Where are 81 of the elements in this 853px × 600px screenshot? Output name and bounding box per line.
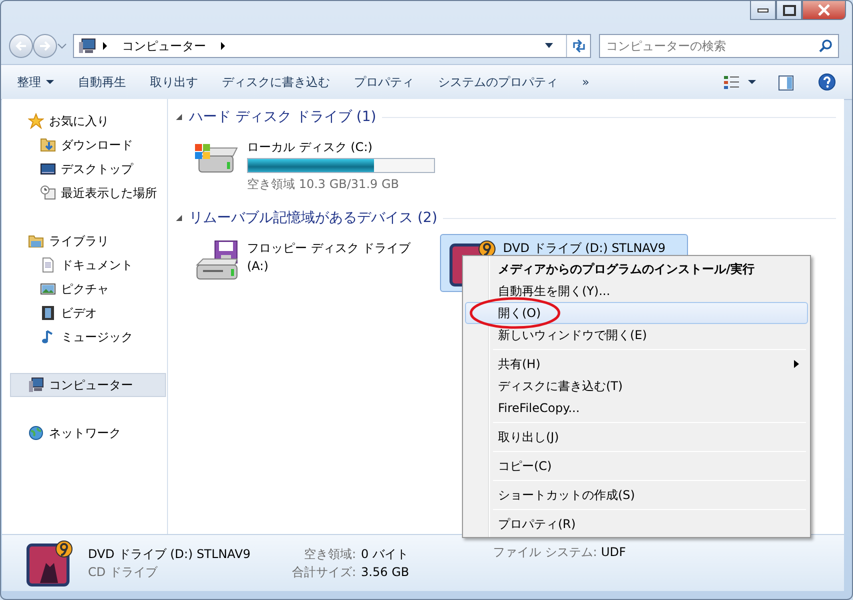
view-list-icon <box>724 75 740 89</box>
menu-item[interactable]: プロパティ(R) <box>465 513 808 535</box>
menu-item[interactable]: 共有(H) <box>465 353 808 375</box>
drive-tile[interactable]: ローカル ディスク (C:) 空き領域 10.3 GB/31.9 GB <box>184 133 432 198</box>
recent-places-icon <box>40 185 56 201</box>
drive-name: DVD ドライブ (D:) STLNAV9 <box>503 240 666 257</box>
field-label: ファイル システム: <box>493 544 597 561</box>
caret-icon <box>46 80 54 86</box>
dropdown-icon <box>544 43 554 49</box>
menu-item[interactable]: 開く(O) <box>465 302 808 324</box>
field-value: UDF <box>600 544 626 561</box>
field-value: 0 バイト <box>361 546 410 563</box>
preview-pane-icon <box>778 74 794 91</box>
toolbar-button[interactable]: 取り出す <box>142 70 206 94</box>
field-label: 合計サイズ: <box>292 564 356 581</box>
menu-item[interactable]: FireFileCopy... <box>465 397 808 419</box>
drive-type: CD ドライブ <box>88 564 158 581</box>
sidebar-item[interactable]: ライブラリ <box>2 229 167 253</box>
menu-item[interactable]: 新しいウィンドウで開く(E) <box>465 324 808 346</box>
field-value: 3.56 GB <box>361 564 410 581</box>
maximize-icon <box>782 4 796 16</box>
globe-icon <box>28 425 44 441</box>
close-button[interactable] <box>802 1 846 20</box>
sidebar-item[interactable]: ミュージック <box>2 325 167 349</box>
close-icon <box>818 4 830 16</box>
back-button[interactable] <box>9 34 33 58</box>
menu-item[interactable]: 取り出し(J) <box>465 426 808 448</box>
forward-button[interactable] <box>33 34 57 58</box>
drive-name: ローカル ディスク (C:) <box>247 139 374 156</box>
forward-arrow-icon <box>38 40 52 52</box>
field-label: 空き領域: <box>303 546 356 563</box>
computer-icon <box>28 377 44 393</box>
refresh-icon <box>570 39 586 53</box>
menu-item[interactable]: メディアからのプログラムのインストール/実行 <box>465 258 808 280</box>
drive-tile[interactable]: フロッピー ディスク ドライブ (A:) <box>184 234 432 292</box>
sidebar-item[interactable]: コンピューター <box>10 373 166 397</box>
star-icon <box>28 113 44 129</box>
section-header[interactable]: リムーバブル記憶域があるデバイス (2) <box>189 208 438 228</box>
drive-name: DVD ドライブ (D:) STLNAV9 <box>88 546 252 563</box>
history-dropdown-icon <box>57 42 67 50</box>
caret-icon <box>748 80 756 84</box>
back-arrow-icon <box>14 40 28 52</box>
sidebar-item[interactable]: ダウンロード <box>2 133 167 157</box>
breadcrumb-arrow-icon <box>102 42 108 50</box>
breadcrumb-arrow-icon <box>220 42 226 50</box>
document-icon <box>40 257 56 273</box>
search-icon <box>819 39 833 53</box>
sidebar-item[interactable]: ネットワーク <box>2 421 167 445</box>
film-icon <box>40 305 56 321</box>
toolbar-button[interactable]: ディスクに書き込む <box>214 70 338 94</box>
minimize-button[interactable] <box>750 1 776 20</box>
search-field[interactable]: コンピューターの検索 <box>599 34 839 58</box>
sidebar-item[interactable]: 最近表示した場所 <box>2 181 167 205</box>
picture-icon <box>40 281 56 297</box>
download-folder-icon <box>40 137 56 153</box>
toolbar-button[interactable]: 整理 <box>9 70 62 94</box>
toolbar-button[interactable]: » <box>574 70 598 94</box>
menu-item[interactable]: 自動再生を開く(Y)... <box>465 280 808 302</box>
submenu-arrow-icon <box>794 360 799 368</box>
breadcrumb-item[interactable]: コンピューター <box>122 37 206 55</box>
menu-item[interactable]: コピー(C) <box>465 455 808 477</box>
drive-info: 空き領域 10.3 GB/31.9 GB <box>247 176 400 193</box>
minimize-icon <box>757 8 769 12</box>
sidebar-item[interactable]: デスクトップ <box>2 157 167 181</box>
sidebar-item[interactable]: ドキュメント <box>2 253 167 277</box>
library-folder-icon <box>28 233 44 249</box>
address-bar[interactable]: コンピューター <box>73 34 591 58</box>
drive-name: フロッピー ディスク ドライブ (A:) <box>247 240 412 275</box>
menu-item[interactable]: ディスクに書き込む(T) <box>465 375 808 397</box>
sidebar-item[interactable]: ビデオ <box>2 301 167 325</box>
menu-item[interactable]: ショートカットの作成(S) <box>465 484 808 506</box>
sidebar-item[interactable]: お気に入り <box>2 109 167 133</box>
toolbar-button[interactable]: プロパティ <box>346 70 422 94</box>
toolbar-button[interactable]: システムのプロパティ <box>430 70 566 94</box>
computer-icon <box>78 38 96 54</box>
section-header[interactable]: ハード ディスク ドライブ (1) <box>189 106 376 128</box>
maximize-button[interactable] <box>776 1 802 20</box>
help-icon <box>818 73 836 92</box>
sidebar-item[interactable]: ピクチャ <box>2 277 167 301</box>
toolbar-button[interactable]: 自動再生 <box>70 70 134 94</box>
desktop-icon <box>40 161 56 177</box>
